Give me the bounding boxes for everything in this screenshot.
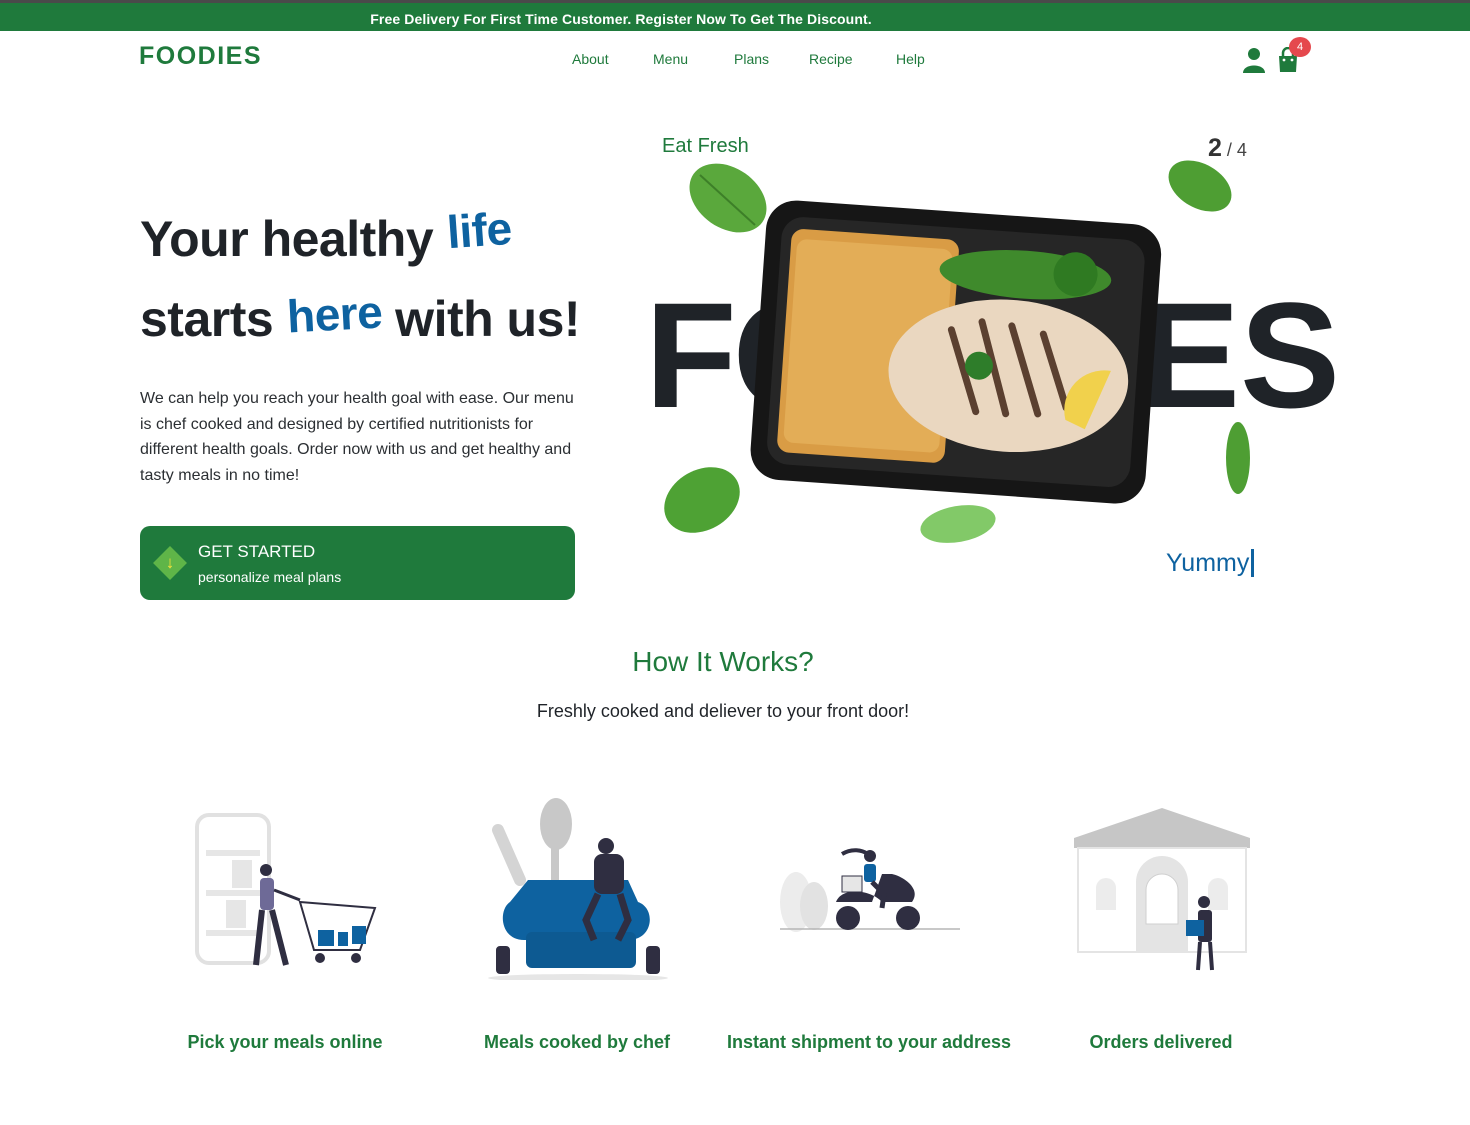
arrow-down-icon: ↓: [165, 553, 175, 572]
slide-counter: 2 / 4: [1208, 134, 1247, 163]
meal-container-image: [664, 160, 1250, 543]
cta-title: GET STARTED: [198, 542, 316, 561]
navbar: FOODIES About Menu Plans Recipe Help: [0, 31, 1470, 91]
hero-title-line2: starts here with us!: [140, 286, 581, 348]
nav-link-help[interactable]: Help: [896, 51, 925, 67]
user-icon[interactable]: [1242, 47, 1266, 73]
house-delivery-illustration: [1074, 808, 1250, 971]
site-logo[interactable]: FOODIES: [139, 42, 262, 71]
slider-caption-bottom: Yummy: [1166, 549, 1255, 577]
step-label: Orders delivered: [1089, 1032, 1233, 1052]
hero-description: We can help you reach your health goal w…: [140, 390, 574, 484]
step-label: Meals cooked by chef: [483, 1032, 671, 1052]
shopping-cart-illustration: [195, 813, 377, 966]
cta-subtitle: personalize meal plans: [198, 569, 342, 585]
cart-count-badge: 4: [1289, 37, 1311, 57]
delivery-scooter-illustration: [780, 848, 960, 932]
slide-total: 4: [1236, 140, 1247, 160]
step-label: Pick your meals online: [187, 1032, 383, 1052]
slider-caption-top: Eat Fresh: [662, 135, 749, 157]
chef-illustration: [488, 798, 668, 980]
promo-text: Free Delivery For First Time Customer. R…: [370, 11, 872, 27]
nav-link-menu[interactable]: Menu: [653, 51, 688, 67]
slide-separator: /: [1221, 140, 1237, 160]
hero-accent-here: here: [285, 285, 384, 343]
how-it-works-title: How It Works?: [632, 646, 814, 677]
hero-accent-life: life: [444, 201, 513, 259]
promo-bar: Free Delivery For First Time Customer. R…: [0, 0, 1470, 31]
hero-title-text: starts: [140, 291, 274, 347]
nav-link-about[interactable]: About: [572, 51, 609, 67]
hero-title-text: with us!: [395, 291, 581, 347]
how-it-works-subtitle: Freshly cooked and deliever to your fron…: [536, 701, 910, 721]
hero-title-line1: Your healthy life: [140, 202, 513, 268]
nav-link-plans[interactable]: Plans: [734, 51, 769, 67]
slide-current: 2: [1208, 134, 1222, 162]
get-started-button[interactable]: ↓ GET STARTED personalize meal plans: [140, 526, 575, 600]
nav-link-recipe[interactable]: Recipe: [809, 51, 853, 67]
step-label: Instant shipment to your address: [726, 1032, 1012, 1052]
hero-title-text: Your healthy: [140, 211, 434, 267]
